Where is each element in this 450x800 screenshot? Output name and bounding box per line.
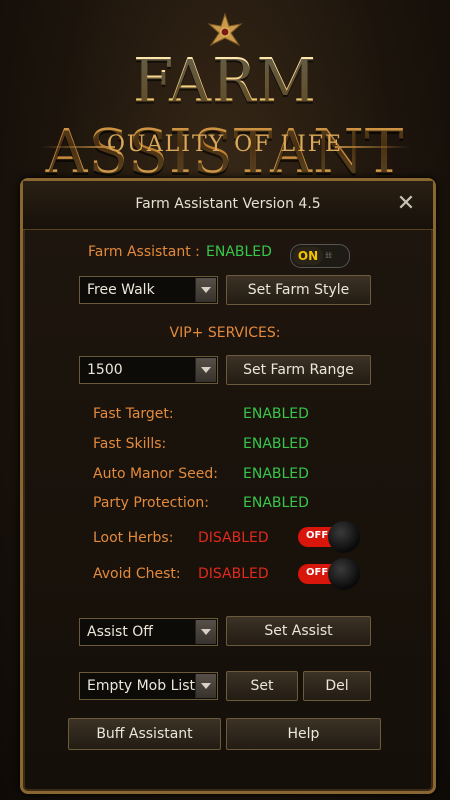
- service-value-loot-herbs: DISABLED: [198, 530, 269, 546]
- service-label-avoid-chest: Avoid Chest:: [93, 566, 181, 582]
- chevron-down-icon: [195, 620, 216, 644]
- farm-range-select[interactable]: 1500: [79, 356, 218, 384]
- farm-range-value: 1500: [87, 362, 123, 378]
- farm-assistant-status-label: Farm Assistant :: [88, 244, 200, 260]
- toggle-off-label: OFF: [306, 567, 329, 578]
- farm-style-value: Free Walk: [87, 282, 155, 298]
- chevron-down-icon: [195, 674, 216, 698]
- farm-assistant-panel: Farm Assistant Version 4.5 ✕: [20, 178, 436, 794]
- service-label-auto-manor-seed: Auto Manor Seed:: [93, 466, 218, 482]
- toggle-knob: [328, 558, 360, 590]
- banner: FARM ASSISTANT QUALITY OF LIFE: [0, 0, 450, 187]
- panel-header: Farm Assistant Version 4.5 ✕: [23, 181, 433, 230]
- grip-icon: ⁞⁞⁞⁞: [325, 251, 332, 260]
- app-title: FARM ASSISTANT: [0, 45, 450, 188]
- panel-title: Farm Assistant Version 4.5: [135, 196, 321, 212]
- service-label-fast-skills: Fast Skills:: [93, 436, 167, 452]
- service-value-fast-skills: ENABLED: [243, 436, 309, 452]
- service-value-fast-target: ENABLED: [243, 406, 309, 422]
- mob-del-button[interactable]: Del: [303, 671, 371, 701]
- service-label-party-protection: Party Protection:: [93, 495, 209, 511]
- chevron-down-icon: [195, 278, 216, 302]
- mob-list-select[interactable]: Empty Mob List: [79, 672, 218, 700]
- service-value-auto-manor-seed: ENABLED: [243, 466, 309, 482]
- set-farm-range-button[interactable]: Set Farm Range: [226, 355, 371, 385]
- farm-assistant-toggle[interactable]: ON ⁞⁞⁞⁞: [290, 244, 350, 268]
- service-value-party-protection: ENABLED: [243, 495, 309, 511]
- set-farm-style-button[interactable]: Set Farm Style: [226, 275, 371, 305]
- loot-herbs-toggle[interactable]: OFF: [298, 521, 364, 553]
- toggle-knob: [328, 521, 360, 553]
- help-button[interactable]: Help: [226, 718, 381, 750]
- service-label-fast-target: Fast Target:: [93, 406, 174, 422]
- vip-services-heading: VIP+ SERVICES:: [169, 325, 281, 341]
- app-subtitle: QUALITY OF LIFE: [106, 132, 344, 157]
- mob-set-button[interactable]: Set: [226, 671, 298, 701]
- assist-value: Assist Off: [87, 624, 153, 640]
- close-icon: ✕: [396, 191, 416, 216]
- mob-list-value: Empty Mob List: [87, 678, 196, 694]
- close-button[interactable]: ✕: [395, 193, 417, 215]
- service-value-avoid-chest: DISABLED: [198, 566, 269, 582]
- divider: [335, 146, 410, 148]
- chevron-down-icon: [195, 358, 216, 382]
- assist-select[interactable]: Assist Off: [79, 618, 218, 646]
- farm-style-select[interactable]: Free Walk: [79, 276, 218, 304]
- set-assist-button[interactable]: Set Assist: [226, 616, 371, 646]
- avoid-chest-toggle[interactable]: OFF: [298, 558, 364, 590]
- service-label-loot-herbs: Loot Herbs:: [93, 530, 174, 546]
- toggle-on-label: ON: [293, 247, 323, 265]
- farm-assistant-status-value: ENABLED: [206, 244, 272, 260]
- buff-assistant-button[interactable]: Buff Assistant: [68, 718, 221, 750]
- toggle-off-label: OFF: [306, 530, 329, 541]
